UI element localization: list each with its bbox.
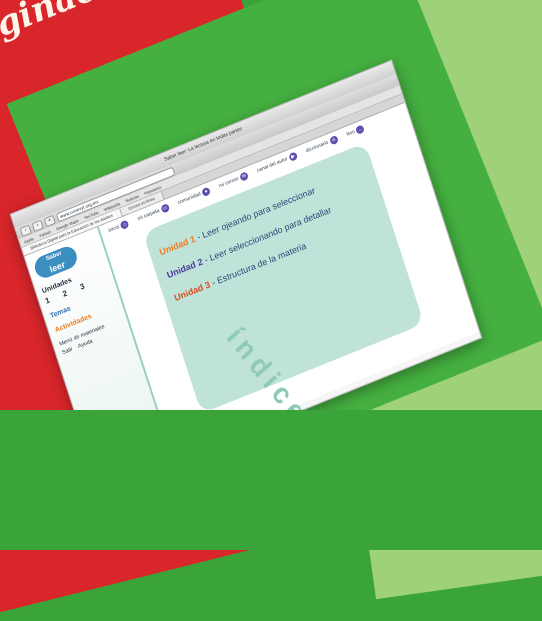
nav-inicio-label: inicio <box>107 224 121 235</box>
nav-mi-correo-label: mi correo <box>218 175 240 190</box>
ayuda-link[interactable]: Ayuda <box>77 338 93 350</box>
background-bottom-green <box>0 410 542 550</box>
nav-mi-carpeta-label: mi carpeta <box>136 207 161 223</box>
unit-number-2[interactable]: 2 <box>61 286 73 298</box>
community-icon: ● <box>201 186 212 198</box>
home-icon: ⌂ <box>119 219 130 230</box>
nav-inicio[interactable]: inicio ⌂ <box>107 219 130 235</box>
sidebar-footer: Menú de materiales Salir Ayuda <box>53 315 130 359</box>
nav-foro-label: foro <box>345 128 356 138</box>
salir-link[interactable]: Salir <box>61 346 73 356</box>
folder-icon: ▭ <box>160 203 170 214</box>
forum-icon: … <box>355 124 366 135</box>
nav-comunidad-label: comunidad <box>177 191 202 207</box>
mail-icon: ✉ <box>239 171 250 182</box>
unit-number-3[interactable]: 3 <box>79 279 91 291</box>
dictionary-icon: A <box>328 134 339 146</box>
unit-number-1[interactable]: 1 <box>44 293 56 305</box>
channel-icon: ▶ <box>288 151 299 162</box>
unit-2-label: Unidad 2 <box>165 256 204 281</box>
nav-diccionario-label: diccionario <box>305 139 330 155</box>
nav-foro[interactable]: foro… <box>346 124 366 139</box>
unit-3-label: Unidad 3 <box>173 279 212 304</box>
